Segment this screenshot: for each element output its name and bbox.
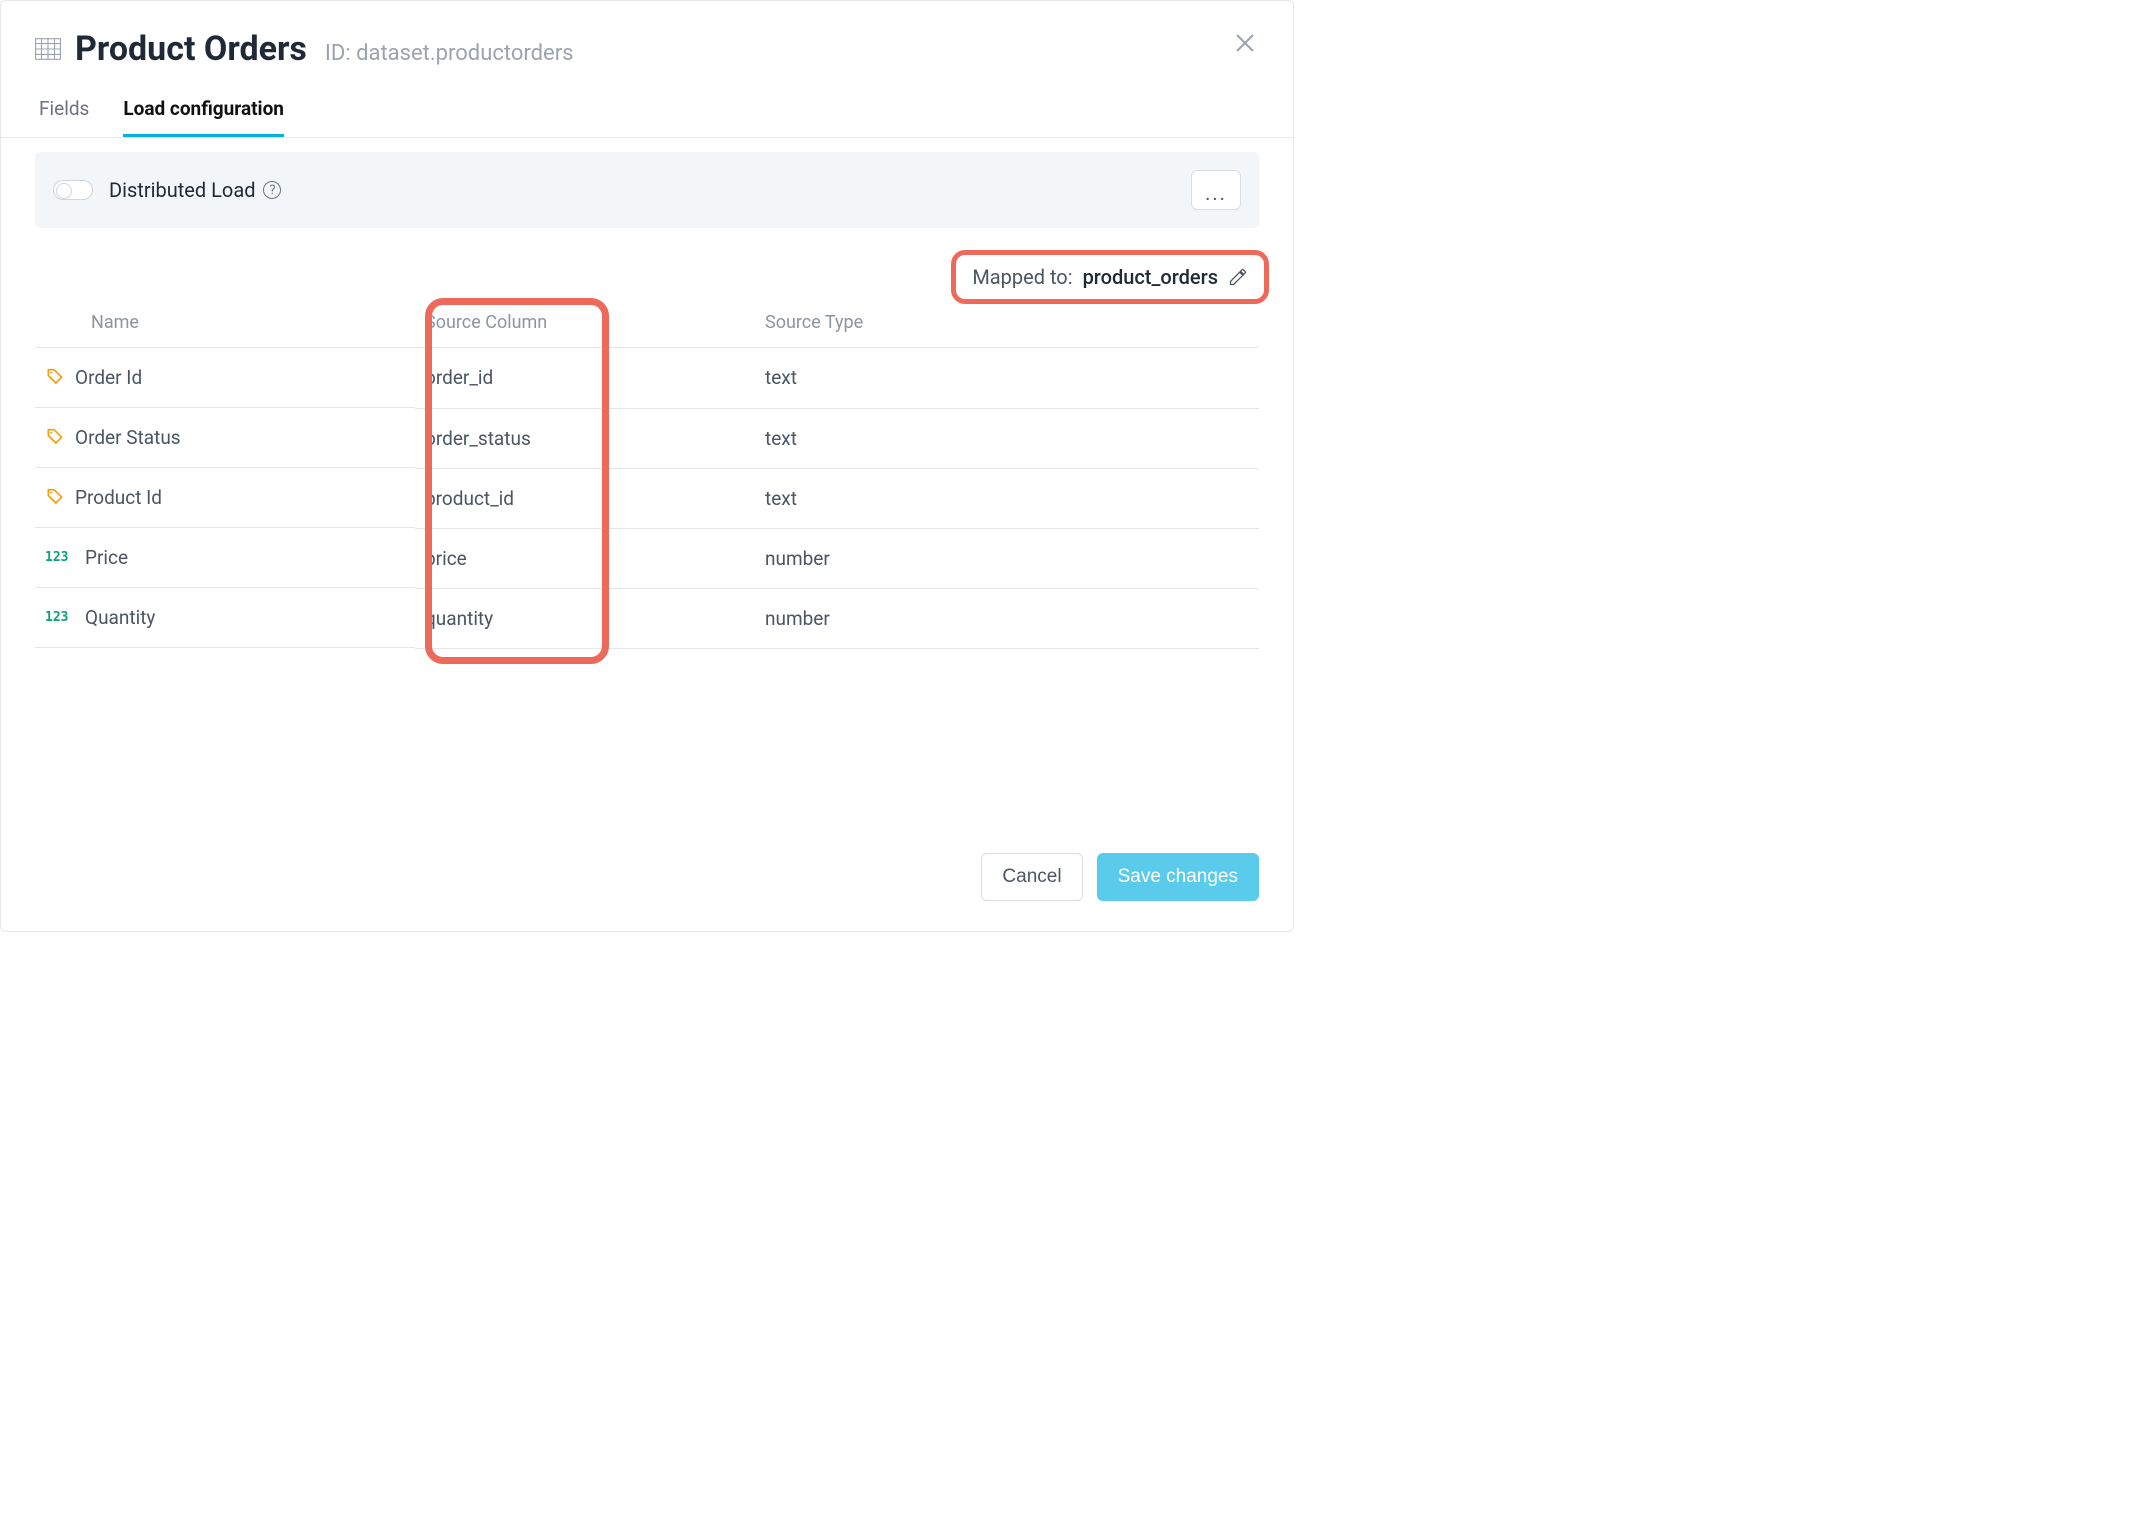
table-row[interactable]: Order Status order_statustext: [35, 408, 1259, 468]
tabs: Fields Load configuration: [1, 79, 1293, 138]
dialog-footer: Cancel Save changes: [1, 829, 1293, 931]
field-source-column: price: [415, 528, 755, 588]
field-name-label: Order Status: [75, 426, 181, 449]
mapped-to-row: Mapped to: product_orders: [1, 228, 1293, 304]
field-name-label: Price: [85, 546, 128, 569]
table-row[interactable]: 123 Quantity quantitynumber: [35, 588, 1259, 648]
field-name-cell: Order Status: [35, 408, 415, 468]
mapped-to-value: product_orders: [1083, 265, 1218, 289]
tag-icon: [45, 488, 65, 508]
fields-table-wrap: Name Source Column Source Type Order Id o…: [35, 304, 1259, 649]
field-source-column: quantity: [415, 588, 755, 648]
table-row[interactable]: 123 Price pricenumber: [35, 528, 1259, 588]
col-header-source-type: Source Type: [755, 304, 1259, 348]
more-options-button[interactable]: ...: [1191, 170, 1241, 210]
col-header-source-column: Source Column: [415, 304, 755, 348]
tag-icon: [45, 428, 65, 448]
field-name-cell: 123 Quantity: [35, 588, 415, 648]
tab-load-configuration[interactable]: Load configuration: [123, 97, 284, 137]
close-icon[interactable]: [1233, 31, 1257, 55]
help-icon[interactable]: ?: [263, 181, 281, 199]
field-name-label: Order Id: [75, 366, 142, 389]
table-row[interactable]: Product Id product_idtext: [35, 468, 1259, 528]
field-source-column: order_id: [415, 348, 755, 409]
field-name-label: Product Id: [75, 486, 162, 509]
dataset-dialog: Product Orders ID: dataset.productorders…: [0, 0, 1294, 932]
cancel-button[interactable]: Cancel: [981, 853, 1082, 901]
dataset-title: Product Orders: [75, 29, 307, 69]
field-name-cell: Product Id: [35, 468, 415, 528]
dialog-header: Product Orders ID: dataset.productorders: [1, 1, 1293, 79]
field-name-cell: Order Id: [35, 348, 415, 408]
field-name-label: Quantity: [85, 606, 155, 629]
number-type-icon: 123: [45, 550, 75, 565]
field-source-type: number: [755, 588, 1259, 648]
tag-icon: [45, 368, 65, 388]
dataset-id-label: ID: dataset.productorders: [325, 41, 574, 66]
field-source-column: order_status: [415, 408, 755, 468]
fields-table: Name Source Column Source Type Order Id o…: [35, 304, 1259, 649]
table-header-row: Name Source Column Source Type: [35, 304, 1259, 348]
field-source-type: text: [755, 408, 1259, 468]
distributed-load-toggle[interactable]: [53, 180, 93, 200]
field-source-column: product_id: [415, 468, 755, 528]
edit-icon[interactable]: [1228, 267, 1248, 287]
field-source-type: text: [755, 348, 1259, 409]
mapped-to-label: Mapped to:: [972, 265, 1072, 289]
mapped-to-highlight: Mapped to: product_orders: [951, 250, 1269, 304]
field-name-cell: 123 Price: [35, 528, 415, 588]
table-row[interactable]: Order Id order_idtext: [35, 348, 1259, 409]
tab-fields[interactable]: Fields: [39, 97, 89, 137]
distributed-load-bar: Distributed Load ? ...: [35, 152, 1259, 228]
number-type-icon: 123: [45, 610, 75, 625]
distributed-load-label: Distributed Load: [109, 178, 255, 202]
col-header-name: Name: [35, 304, 415, 348]
field-source-type: number: [755, 528, 1259, 588]
dataset-grid-icon: [35, 38, 61, 60]
field-source-type: text: [755, 468, 1259, 528]
save-changes-button[interactable]: Save changes: [1097, 853, 1259, 901]
